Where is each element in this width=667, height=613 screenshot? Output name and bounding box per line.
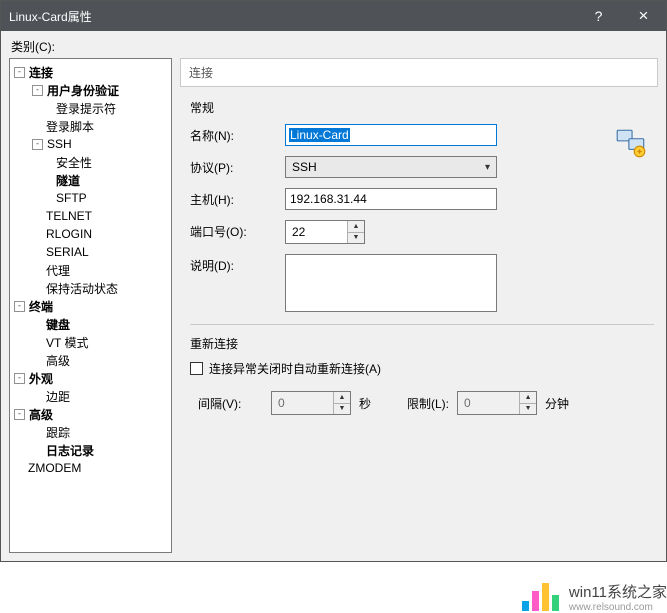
help-button[interactable]: ?: [576, 1, 621, 31]
titlebar: Linux-Card属性 ? ×: [1, 1, 666, 31]
host-input[interactable]: [285, 188, 497, 210]
interval-input[interactable]: 0 ▲▼: [271, 391, 351, 415]
tree-sftp[interactable]: SFTP: [56, 191, 87, 205]
tree-proxy[interactable]: 代理: [46, 262, 70, 279]
host-label: 主机(H):: [190, 188, 285, 208]
tree-login-prompt[interactable]: 登录提示符: [56, 100, 116, 117]
tree-ssh[interactable]: SSH: [47, 137, 72, 151]
tree-keyboard[interactable]: 键盘: [46, 316, 70, 333]
protocol-select[interactable]: SSH ▾: [285, 156, 497, 178]
limit-label: 限制(L):: [407, 395, 449, 412]
tree-tunnel[interactable]: 隧道: [56, 172, 80, 189]
tree-login-script[interactable]: 登录脚本: [46, 118, 94, 135]
tree-connection[interactable]: 连接: [29, 64, 53, 81]
expander-icon[interactable]: -: [14, 67, 25, 78]
divider: [190, 324, 654, 325]
watermark: win11系统之家 www.relsound.com: [522, 581, 667, 613]
tree-margin[interactable]: 边距: [46, 388, 70, 405]
tree-serial[interactable]: SERIAL: [46, 245, 89, 259]
expander-icon[interactable]: -: [14, 373, 25, 384]
logo-icon: [522, 583, 559, 611]
tree-user-auth[interactable]: 用户身份验证: [47, 82, 119, 99]
tree-vt[interactable]: VT 模式: [46, 334, 88, 351]
tree-keepalive[interactable]: 保持活动状态: [46, 280, 118, 297]
description-input[interactable]: [285, 254, 497, 312]
tree-advanced[interactable]: 高级: [29, 406, 53, 423]
spin-down-icon[interactable]: ▼: [334, 404, 350, 415]
group-reconnect: 重新连接: [190, 335, 654, 352]
expander-icon[interactable]: -: [14, 301, 25, 312]
limit-input[interactable]: 0 ▲▼: [457, 391, 537, 415]
close-button[interactable]: ×: [621, 1, 666, 31]
watermark-text: win11系统之家: [569, 581, 667, 602]
port-input[interactable]: 22 ▲▼: [285, 220, 365, 244]
spin-up-icon[interactable]: ▲: [348, 221, 364, 233]
tree-rlogin[interactable]: RLOGIN: [46, 227, 92, 241]
name-label: 名称(N):: [190, 124, 285, 144]
category-label: 类别(C):: [11, 38, 658, 55]
port-label: 端口号(O):: [190, 220, 285, 240]
protocol-label: 协议(P):: [190, 156, 285, 176]
tree-appearance[interactable]: 外观: [29, 370, 53, 387]
tree-terminal[interactable]: 终端: [29, 298, 53, 315]
auto-reconnect-checkbox[interactable]: [190, 362, 203, 375]
connection-icon: [614, 126, 648, 160]
spin-up-icon[interactable]: ▲: [520, 392, 536, 404]
watermark-url: www.relsound.com: [569, 602, 667, 613]
interval-label: 间隔(V):: [198, 395, 263, 412]
expander-icon[interactable]: -: [32, 139, 43, 150]
tree-security[interactable]: 安全性: [56, 154, 92, 171]
spin-down-icon[interactable]: ▼: [348, 233, 364, 244]
tree-zmodem[interactable]: ZMODEM: [28, 461, 81, 475]
expander-icon[interactable]: -: [32, 85, 43, 96]
tree-telnet[interactable]: TELNET: [46, 209, 92, 223]
chevron-down-icon: ▾: [485, 162, 490, 173]
section-header: 连接: [180, 58, 658, 87]
category-tree[interactable]: -连接 -用户身份验证 登录提示符 登录脚本 -SSH: [9, 58, 172, 553]
spin-down-icon[interactable]: ▼: [520, 404, 536, 415]
tree-advanced-t[interactable]: 高级: [46, 352, 70, 369]
seconds-label: 秒: [359, 395, 371, 412]
group-general: 常规: [190, 99, 654, 116]
auto-reconnect-label: 连接异常关闭时自动重新连接(A): [209, 360, 381, 377]
desc-label: 说明(D):: [190, 254, 285, 274]
spin-up-icon[interactable]: ▲: [334, 392, 350, 404]
tree-log[interactable]: 日志记录: [46, 442, 94, 459]
tree-trace[interactable]: 跟踪: [46, 424, 70, 441]
window-title: Linux-Card属性: [9, 8, 92, 25]
name-input[interactable]: Linux-Card: [285, 124, 497, 146]
minutes-label: 分钟: [545, 395, 569, 412]
expander-icon[interactable]: -: [14, 409, 25, 420]
